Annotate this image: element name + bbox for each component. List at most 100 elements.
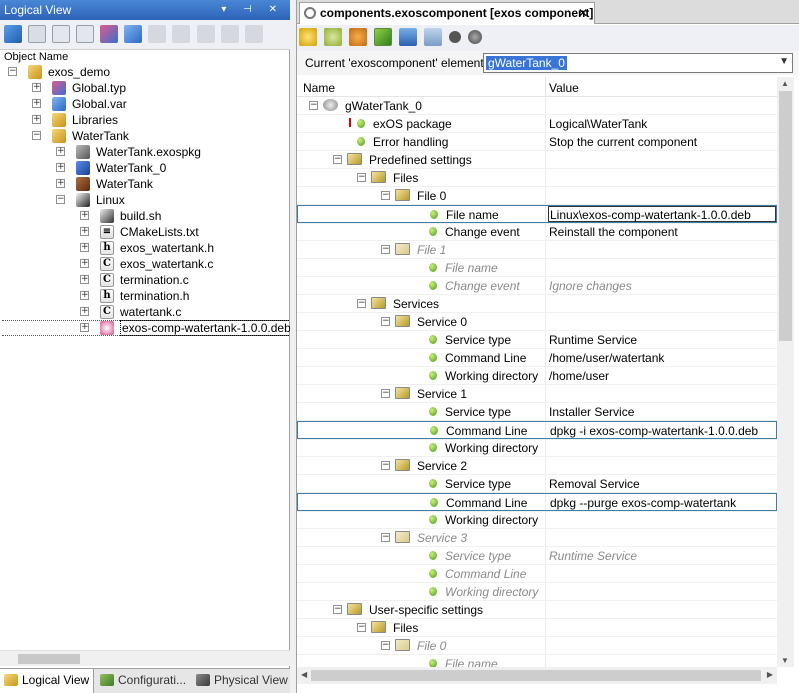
logical-view-horizontal-scrollbar[interactable] xyxy=(0,650,290,666)
property-row[interactable]: − gWaterTank_0 xyxy=(297,97,777,115)
property-value[interactable]: Linux\exos-comp-watertank-1.0.0.deb xyxy=(550,208,751,222)
property-row[interactable]: − Service 0 xyxy=(297,313,777,331)
property-row[interactable]: Command Line xyxy=(297,565,777,583)
collapse-icon[interactable]: − xyxy=(8,67,17,76)
tree-item[interactable]: − WaterTank xyxy=(0,128,290,144)
property-row[interactable]: File name xyxy=(297,259,777,277)
collapse-icon[interactable]: − xyxy=(381,461,390,470)
tree-item[interactable]: + Ctermination.c xyxy=(0,272,290,288)
collapse-icon[interactable]: − xyxy=(357,623,366,632)
expand-icon[interactable]: + xyxy=(56,163,65,172)
property-row[interactable]: File name Linux\exos-comp-watertank-1.0.0… xyxy=(297,205,777,224)
table-view-icon[interactable] xyxy=(28,25,47,43)
expand-icon[interactable]: + xyxy=(80,275,89,284)
expand-icon[interactable]: + xyxy=(32,115,41,124)
property-row[interactable]: − Service 2 xyxy=(297,457,777,475)
property-row[interactable]: Change event Reinstall the component xyxy=(297,223,777,241)
property-row[interactable]: Service type Removal Service xyxy=(297,475,777,493)
name-column-header[interactable]: Name xyxy=(303,81,335,95)
validate-icon[interactable] xyxy=(374,28,393,46)
edit-icon[interactable] xyxy=(124,25,143,43)
scrollbar-thumb[interactable] xyxy=(311,670,761,681)
tree-item[interactable]: + Cwatertank.c xyxy=(0,304,290,320)
insert-type-icon[interactable] xyxy=(100,25,119,43)
collapse-icon[interactable]: − xyxy=(309,101,318,110)
property-row[interactable]: − File 0 xyxy=(297,637,777,655)
property-row[interactable]: Change event Ignore changes xyxy=(297,277,777,295)
tab-logical-view[interactable]: Logical View xyxy=(0,669,94,693)
property-row[interactable]: Command Line/home/user/watertank xyxy=(297,349,777,367)
property-row[interactable]: − Predefined settings xyxy=(297,151,777,169)
tree-item[interactable]: + Cexos_watertank.c xyxy=(0,256,290,272)
property-row[interactable]: Error handling Stop the current component xyxy=(297,133,777,151)
expand-icon[interactable]: + xyxy=(32,83,41,92)
tree-item[interactable]: + WaterTank.exospkg xyxy=(0,144,290,160)
tree-item[interactable]: − exos_demo xyxy=(0,64,290,80)
current-element-select[interactable]: gWaterTank_0 ▼ xyxy=(483,53,793,73)
delete-icon[interactable] xyxy=(196,25,215,43)
sort-descending-icon[interactable] xyxy=(399,28,418,46)
close-tab-icon[interactable]: ✕ xyxy=(578,3,588,23)
property-grid-horizontal-scrollbar[interactable]: ◀ ▶ xyxy=(297,667,777,684)
editor-tab[interactable]: components.exoscomponent [exos component… xyxy=(299,2,595,24)
collapse-icon[interactable]: − xyxy=(357,173,366,182)
property-row[interactable]: − Service 1 xyxy=(297,385,777,403)
tree-item[interactable]: + h termination.h xyxy=(0,288,290,304)
paste-icon[interactable] xyxy=(172,25,191,43)
object-name-header[interactable]: Object Name xyxy=(0,50,290,64)
expand-icon[interactable]: + xyxy=(32,99,41,108)
collapse-icon[interactable]: − xyxy=(381,533,390,542)
expand-icon[interactable]: + xyxy=(80,307,89,316)
header-view-icon[interactable] xyxy=(76,25,95,43)
expand-icon[interactable]: + xyxy=(80,243,89,252)
tree-item[interactable]: + ≡ CMakeLists.txt xyxy=(0,224,290,240)
properties-icon[interactable] xyxy=(349,28,368,46)
collapse-icon[interactable]: − xyxy=(381,641,390,650)
tree-item[interactable]: − Linux xyxy=(0,192,290,208)
collapse-icon[interactable]: − xyxy=(333,605,342,614)
property-row[interactable]: Working directory xyxy=(297,511,777,529)
tab-configuration-view[interactable]: Configurati... xyxy=(96,669,190,693)
tree-item[interactable]: + WaterTank xyxy=(0,176,290,192)
tab-physical-view[interactable]: Physical View xyxy=(192,669,290,693)
expand-icon[interactable]: + xyxy=(56,147,65,156)
tree-item[interactable]: + h exos_watertank.h xyxy=(0,240,290,256)
property-row[interactable]: − User-specific settings xyxy=(297,601,777,619)
add-element-icon[interactable] xyxy=(299,28,317,46)
property-row[interactable]: File name xyxy=(297,655,777,667)
collapse-icon[interactable]: − xyxy=(357,299,366,308)
column-separator[interactable] xyxy=(545,77,546,97)
tree-item[interactable]: + WaterTank_0 xyxy=(0,160,290,176)
monitor-icon[interactable] xyxy=(52,25,71,43)
expand-icon[interactable]: + xyxy=(80,323,89,332)
scroll-up-icon[interactable]: ▲ xyxy=(781,79,789,88)
tree-item[interactable]: + exos-comp-watertank-1.0.0.deb xyxy=(0,320,290,336)
chevron-down-icon[interactable]: ▼ xyxy=(779,56,789,67)
compare-icon[interactable] xyxy=(220,25,239,43)
property-row[interactable]: Working directory/home/user xyxy=(297,367,777,385)
cut-icon[interactable] xyxy=(148,25,167,43)
property-row[interactable]: − Files xyxy=(297,169,777,187)
expand-icon[interactable]: + xyxy=(80,291,89,300)
property-row[interactable]: − Services xyxy=(297,295,777,313)
add-sub-element-icon[interactable] xyxy=(324,28,343,46)
scroll-down-icon[interactable]: ▼ xyxy=(781,656,789,665)
collapse-icon[interactable]: − xyxy=(381,191,390,200)
value-column-header[interactable]: Value xyxy=(549,81,579,95)
property-row[interactable]: − Service 3 xyxy=(297,529,777,547)
scrollbar-thumb[interactable] xyxy=(779,91,792,341)
scroll-right-icon[interactable]: ▶ xyxy=(767,670,773,679)
property-row[interactable]: Working directory xyxy=(297,439,777,457)
property-row[interactable]: − File 0 xyxy=(297,187,777,205)
collapse-icon[interactable]: − xyxy=(381,389,390,398)
collapse-icon[interactable]: − xyxy=(381,245,390,254)
expand-icon[interactable]: + xyxy=(80,259,89,268)
expand-icon[interactable]: + xyxy=(80,211,89,220)
undo-icon[interactable] xyxy=(244,25,263,43)
tree-item[interactable]: + Global.var xyxy=(0,96,290,112)
property-row[interactable]: Command Line dpkg -i exos-comp-watertank-… xyxy=(297,421,777,440)
record-icon[interactable] xyxy=(449,31,462,43)
property-row[interactable]: exOS package Logical\WaterTank xyxy=(297,115,777,133)
settings-gear-icon[interactable] xyxy=(468,30,483,44)
tree-item[interactable]: + Libraries xyxy=(0,112,290,128)
